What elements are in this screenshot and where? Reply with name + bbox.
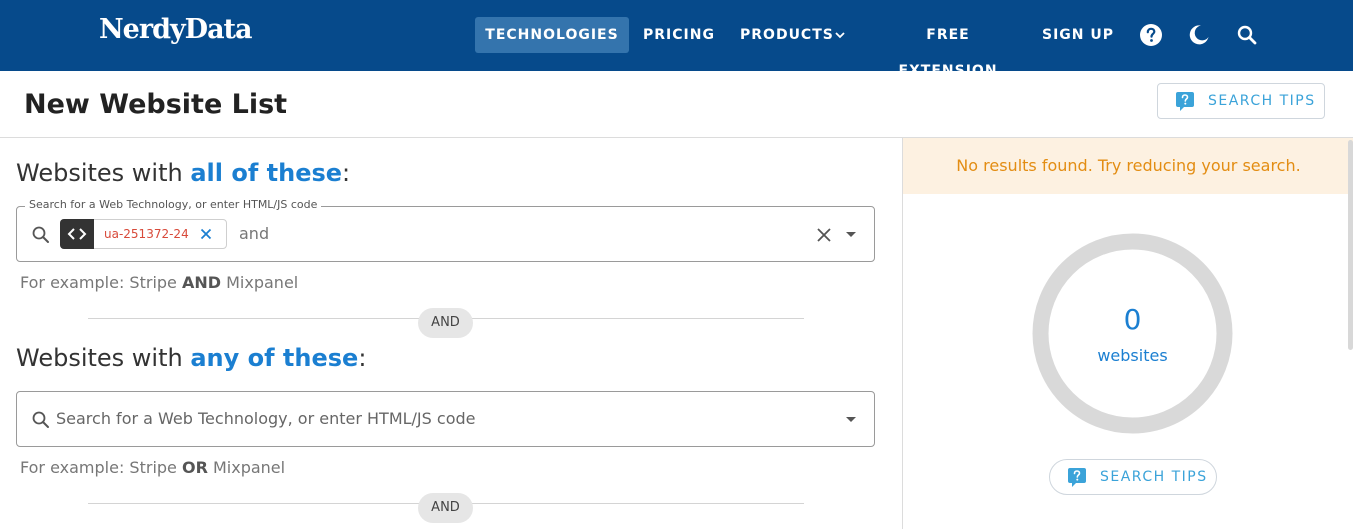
remove-chip-icon[interactable] — [198, 226, 214, 242]
website-count-label: websites — [1097, 346, 1168, 365]
and-separator-pill: AND — [418, 493, 473, 523]
example-suffix: Mixpanel — [221, 273, 299, 292]
chevron-down-icon[interactable] — [834, 29, 846, 41]
heading-suffix: : — [342, 159, 351, 187]
search-tips-button[interactable]: SEARCH TIPS — [1049, 459, 1217, 495]
any-of-these-search-field[interactable]: Search for a Web Technology, or enter HT… — [16, 391, 875, 447]
dropdown-caret-icon[interactable] — [844, 229, 858, 241]
no-results-alert: No results found. Try reducing your sear… — [903, 138, 1353, 194]
search-term-chip[interactable]: ua-251372-24 — [60, 219, 227, 249]
page-title: New Website List — [24, 89, 288, 120]
nav-pricing[interactable]: PRICING — [639, 17, 719, 53]
example-operator: AND — [181, 273, 222, 292]
website-count: 0 — [1123, 303, 1142, 336]
heading-suffix: : — [358, 344, 367, 372]
all-of-these-search-field[interactable]: Search for a Web Technology, or enter HT… — [16, 198, 875, 262]
search-icon[interactable] — [1235, 23, 1259, 47]
search-tips-label: SEARCH TIPS — [1100, 469, 1208, 485]
nerdydata-logo[interactable]: NerdyData — [99, 14, 253, 45]
example-operator: OR — [181, 458, 208, 477]
top-navbar: NerdyData TECHNOLOGIES PRICING PRODUCTS … — [0, 0, 1353, 79]
any-example-text: For example: Stripe OR Mixpanel — [20, 458, 285, 477]
all-of-these-heading: Websites with all of these: — [16, 159, 350, 187]
any-of-these-heading: Websites with any of these: — [16, 344, 366, 372]
search-icon — [32, 411, 49, 428]
and-joiner-input[interactable]: and — [239, 207, 269, 261]
clear-icon[interactable] — [814, 225, 834, 245]
heading-prefix: Websites with — [16, 344, 191, 372]
heading-emphasis: all of these — [190, 159, 343, 187]
example-suffix: Mixpanel — [207, 458, 286, 477]
page-header: New Website List SEARCH TIPS — [0, 71, 1353, 138]
dropdown-caret-icon[interactable] — [844, 414, 858, 426]
nav-products[interactable]: PRODUCTS — [740, 17, 833, 53]
search-placeholder[interactable]: Search for a Web Technology, or enter HT… — [56, 392, 475, 446]
search-tips-button[interactable]: SEARCH TIPS — [1157, 83, 1325, 119]
help-chat-icon — [1068, 468, 1086, 487]
code-badge — [60, 219, 94, 249]
results-panel: No results found. Try reducing your sear… — [902, 138, 1353, 529]
example-prefix: For example: Stripe — [20, 273, 182, 292]
search-icon — [32, 226, 49, 243]
and-separator-pill: AND — [418, 308, 473, 338]
help-icon[interactable] — [1139, 23, 1163, 47]
search-field-legend: Search for a Web Technology, or enter HT… — [25, 198, 322, 211]
help-chat-icon — [1176, 92, 1194, 111]
heading-emphasis: any of these — [190, 344, 359, 372]
code-brackets-icon — [67, 228, 87, 240]
page-scrollbar[interactable] — [1348, 140, 1353, 350]
nav-free-extension[interactable]: FREE EXTENSION — [876, 17, 1020, 79]
dark-mode-moon-icon[interactable] — [1187, 23, 1211, 47]
all-example-text: For example: Stripe AND Mixpanel — [20, 273, 298, 292]
chip-label: ua-251372-24 — [104, 227, 189, 241]
example-prefix: For example: Stripe — [20, 458, 182, 477]
nav-technologies[interactable]: TECHNOLOGIES — [475, 17, 629, 53]
query-builder-panel: Websites with all of these: Search for a… — [0, 138, 902, 529]
search-tips-label: SEARCH TIPS — [1208, 93, 1316, 109]
nav-sign-up[interactable]: SIGN UP — [1040, 17, 1116, 53]
heading-prefix: Websites with — [16, 159, 191, 187]
